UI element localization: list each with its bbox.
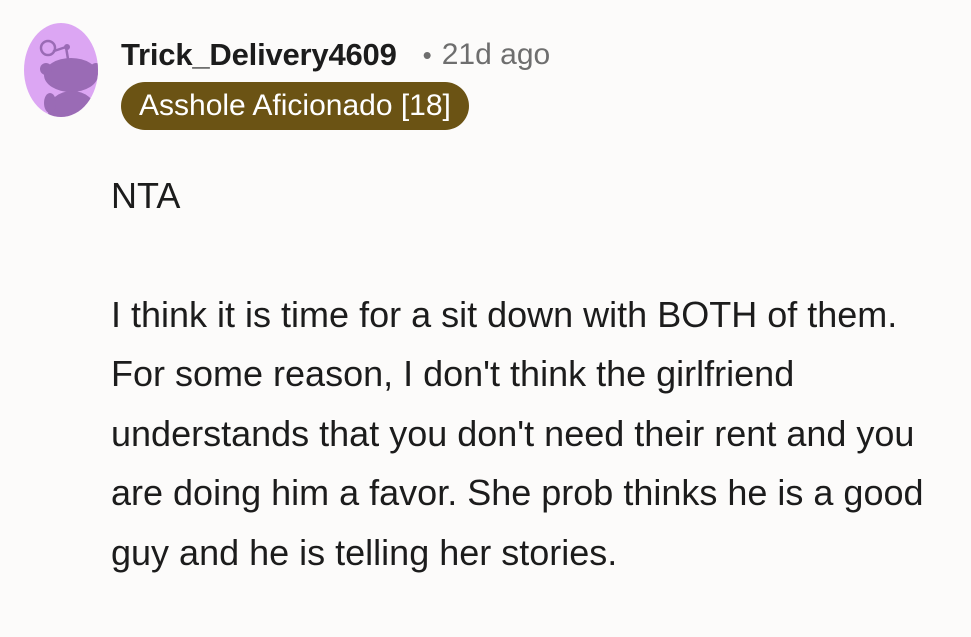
comment-paragraph: NTA [111,175,181,216]
timestamp[interactable]: 21d ago [442,38,550,72]
comment-meta: Trick_Delivery4609 • 21d ago [121,34,550,76]
user-avatar[interactable] [24,23,98,117]
username-link[interactable]: Trick_Delivery4609 [121,37,397,73]
comment-body: NTA I think it is time for a sit down wi… [111,166,961,582]
reddit-snoo-icon [39,39,98,117]
comment: Trick_Delivery4609 • 21d ago Asshole Afi… [0,0,971,637]
comment-paragraph: I think it is time for a sit down with B… [111,293,924,573]
user-flair-badge: Asshole Aficionado [18] [121,82,469,130]
meta-separator: • [422,39,432,70]
